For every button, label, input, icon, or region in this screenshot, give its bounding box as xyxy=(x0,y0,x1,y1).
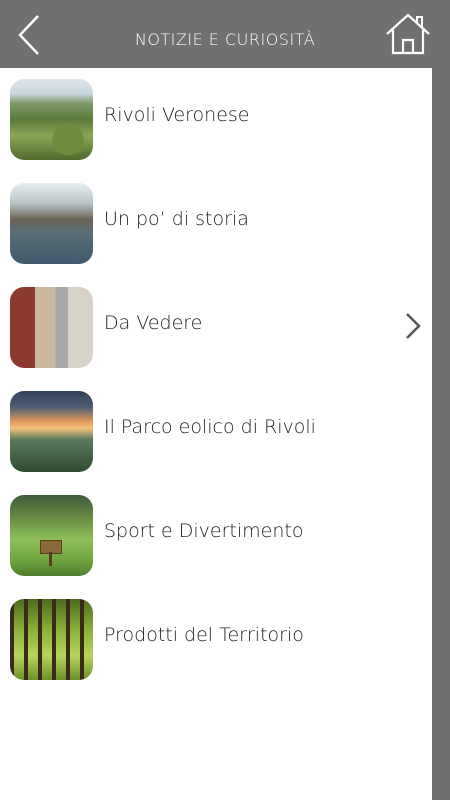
list-item-label: Sport e Divertimento xyxy=(104,520,304,542)
river-valley-thumbnail xyxy=(10,183,93,264)
back-button[interactable] xyxy=(12,12,48,58)
village-hillside-thumbnail xyxy=(10,79,93,160)
sign-post-shape xyxy=(49,552,52,566)
page-title: NOTIZIE E CURIOSITÀ xyxy=(134,30,316,49)
old-street-houses-thumbnail xyxy=(10,287,93,368)
list-item-storia[interactable]: Un po’ di storia xyxy=(0,172,432,276)
vineyard-thumbnail xyxy=(10,599,93,680)
list-item-label: Prodotti del Territorio xyxy=(104,624,304,646)
home-icon xyxy=(386,13,430,55)
list-item-label: Un po’ di storia xyxy=(104,208,249,230)
list-item-label: Da Vedere xyxy=(104,312,203,334)
list-item-parco-eolico[interactable]: Il Parco eolico di Rivoli xyxy=(0,380,432,484)
chevron-right-icon[interactable] xyxy=(402,310,424,342)
wind-farm-sunset-thumbnail xyxy=(10,391,93,472)
home-button[interactable] xyxy=(384,12,432,56)
list-item-prodotti[interactable]: Prodotti del Territorio xyxy=(0,588,432,692)
chevron-left-icon xyxy=(18,15,39,55)
content-list: Rivoli Veronese Un po’ di storia Da Vede… xyxy=(0,68,432,800)
list-item-label: Rivoli Veronese xyxy=(104,104,250,126)
top-bar: NOTIZIE E CURIOSITÀ xyxy=(0,0,450,68)
meadow-sign-thumbnail xyxy=(10,495,93,576)
list-item-label: Il Parco eolico di Rivoli xyxy=(104,416,316,438)
right-rail xyxy=(432,68,450,800)
list-item-sport[interactable]: Sport e Divertimento xyxy=(0,484,432,588)
list-item-rivoli-veronese[interactable]: Rivoli Veronese xyxy=(0,68,432,172)
list-item-da-vedere[interactable]: Da Vedere xyxy=(0,276,432,380)
